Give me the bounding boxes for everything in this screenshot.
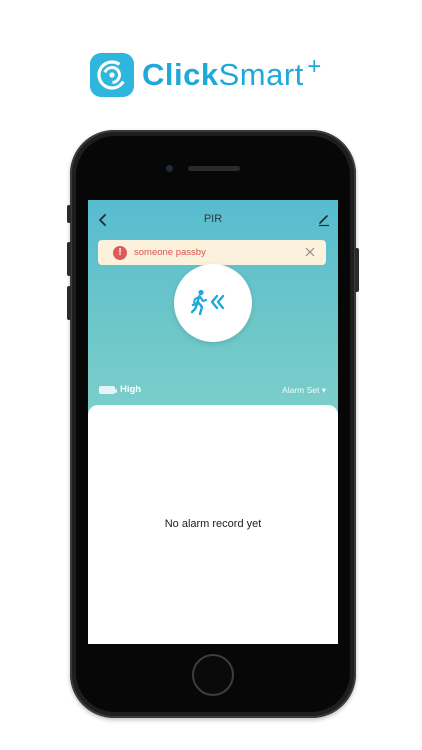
close-icon[interactable] bbox=[304, 246, 316, 258]
earpiece-speaker bbox=[188, 166, 240, 171]
alert-message: someone passby bbox=[134, 247, 206, 258]
volume-down-button bbox=[67, 286, 71, 320]
empty-state-message: No alarm record yet bbox=[164, 518, 262, 530]
brand-wordmark: ClickSmart + bbox=[142, 53, 321, 95]
alarm-record-list: No alarm record yet bbox=[88, 405, 338, 644]
brand-name-light: Smart bbox=[218, 57, 304, 92]
page-title: PIR bbox=[203, 213, 223, 225]
exclamation-icon: ! bbox=[113, 245, 127, 260]
battery-icon bbox=[99, 386, 117, 394]
nav-bar: PIR bbox=[88, 208, 338, 232]
edit-icon[interactable] bbox=[317, 212, 331, 228]
power-button bbox=[355, 248, 359, 292]
clicksmart-logo-icon bbox=[90, 53, 134, 97]
device-status-row: High Alarm Set ▾ bbox=[88, 382, 338, 398]
sensitivity-level: High bbox=[120, 384, 142, 395]
home-button[interactable] bbox=[192, 654, 234, 696]
brand-name-bold: Click bbox=[142, 57, 219, 92]
sensor-status-button[interactable] bbox=[174, 264, 252, 342]
front-camera bbox=[166, 165, 173, 172]
pir-motion-icon bbox=[191, 289, 225, 316]
mute-switch bbox=[67, 205, 71, 223]
app-screen: PIR ! someone passby High Alarm Set ▾ No… bbox=[88, 200, 338, 644]
volume-up-button bbox=[67, 242, 71, 276]
alarm-set-dropdown[interactable]: Alarm Set ▾ bbox=[282, 385, 326, 396]
brand-header: ClickSmart + bbox=[90, 50, 321, 100]
alert-banner: ! someone passby bbox=[98, 240, 326, 265]
brand-superscript: + bbox=[307, 53, 322, 80]
